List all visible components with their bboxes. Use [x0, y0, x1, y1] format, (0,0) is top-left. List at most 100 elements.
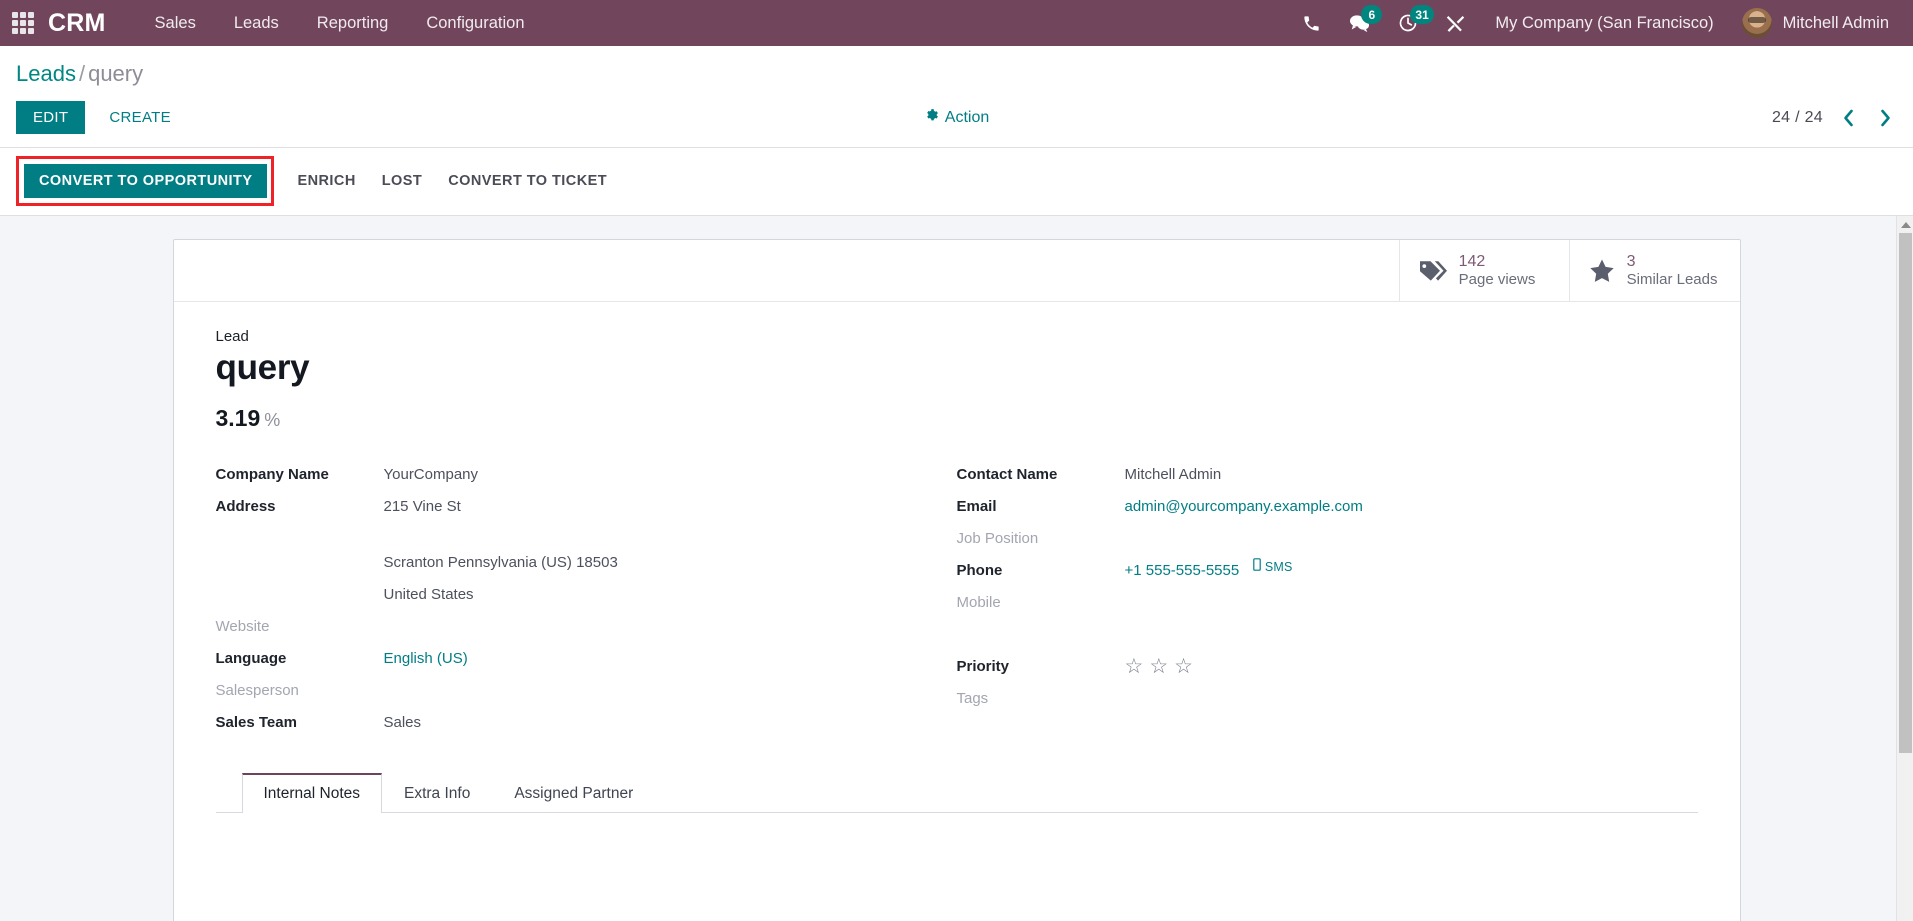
enrich-button[interactable]: ENRICH: [284, 164, 368, 198]
field-value-language[interactable]: English (US): [384, 646, 468, 667]
app-brand-crm[interactable]: CRM: [48, 9, 106, 38]
user-name: Mitchell Admin: [1782, 13, 1889, 32]
probability-value: 3.19: [215, 404, 261, 431]
field-salesperson: Salesperson: [216, 678, 927, 709]
apps-grid-icon[interactable]: [12, 12, 34, 34]
pager-previous-button[interactable]: [1837, 107, 1860, 129]
stat-text-similar-leads: 3 Similar Leads: [1627, 253, 1718, 290]
tab-extra-info[interactable]: Extra Info: [382, 773, 492, 813]
statusbar: CONVERT TO OPPORTUNITY ENRICH LOST CONVE…: [0, 148, 1913, 217]
probability-field[interactable]: 3.19%: [216, 405, 1698, 432]
field-label-email: Email: [956, 497, 997, 515]
field-label-language: Language: [215, 649, 287, 667]
grid-cell: [12, 20, 18, 26]
field-phone: Phone +1 555-555-5555 SMS: [956, 557, 1668, 589]
navbar-right-group: 6 31 My Company (San Francisco) Mitchell…: [1288, 0, 1913, 46]
page-title[interactable]: query: [216, 348, 1698, 388]
priority-star-3-icon[interactable]: ☆: [1174, 656, 1193, 677]
breadcrumb: Leads / query: [16, 46, 1897, 87]
tab-assigned-partner[interactable]: Assigned Partner: [492, 773, 655, 813]
stat-text-page-views: 142 Page views: [1459, 253, 1536, 290]
action-menu-button[interactable]: Action: [924, 108, 989, 127]
avatar: [1741, 8, 1772, 38]
field-label-company-name: Company Name: [215, 465, 329, 483]
field-label-address: Address: [215, 497, 276, 515]
phone-icon[interactable]: [1288, 0, 1335, 46]
tab-internal-notes[interactable]: Internal Notes: [241, 772, 382, 813]
menu-item-leads[interactable]: Leads: [215, 0, 298, 46]
grid-cell: [28, 28, 34, 34]
field-company-name: Company Name YourCompany: [216, 462, 927, 493]
priority-star-1-icon[interactable]: ☆: [1125, 656, 1144, 677]
scrollbar-thumb[interactable]: [1898, 233, 1912, 754]
gear-icon: [924, 108, 938, 127]
field-mobile: Mobile: [957, 590, 1668, 621]
field-label-mobile: Mobile: [956, 593, 1001, 611]
grid-cell: [20, 28, 26, 34]
stat-value-page-views: 142: [1458, 252, 1486, 270]
sheet-background: 142 Page views 3 Similar Leads Lead quer…: [0, 216, 1913, 921]
field-address-city-state-zip: Scranton Pennsylvania (US) 18503: [216, 550, 927, 581]
field-label-phone: Phone: [956, 561, 1003, 579]
menu-item-sales[interactable]: Sales: [136, 0, 215, 46]
field-email: Email admin@yourcompany.example.com: [957, 494, 1668, 525]
scroll-up-arrow-icon[interactable]: [1897, 216, 1913, 234]
record-type-label: Lead: [215, 328, 249, 346]
convert-to-ticket-button[interactable]: CONVERT TO TICKET: [435, 164, 620, 198]
send-sms-button[interactable]: SMS: [1253, 557, 1293, 574]
convert-to-opportunity-button[interactable]: CONVERT TO OPPORTUNITY: [24, 164, 268, 199]
company-switcher[interactable]: My Company (San Francisco): [1479, 0, 1729, 46]
notebook-tab-list: Internal Notes Extra Info Assigned Partn…: [215, 772, 1698, 813]
breadcrumb-separator: /: [78, 61, 86, 86]
activities-clock-icon[interactable]: 31: [1384, 0, 1434, 46]
edit-button[interactable]: EDIT: [16, 101, 86, 135]
field-label-blank-2: [216, 582, 384, 586]
sms-label: SMS: [1264, 559, 1293, 574]
stat-button-similar-leads[interactable]: 3 Similar Leads: [1568, 240, 1740, 302]
form-columns: Company Name YourCompany Address 215 Vin…: [216, 462, 1698, 742]
star-icon: [1588, 258, 1616, 284]
field-value-address-city-state-zip[interactable]: Scranton Pennsylvania (US) 18503: [384, 550, 618, 571]
form-column-left: Company Name YourCompany Address 215 Vin…: [216, 462, 957, 742]
right-column-spacer: [957, 622, 1668, 654]
stat-button-page-views[interactable]: 142 Page views: [1398, 240, 1569, 302]
stat-value-similar-leads: 3: [1626, 252, 1636, 270]
field-value-contact-name[interactable]: Mitchell Admin: [1125, 462, 1222, 483]
lost-button[interactable]: LOST: [369, 164, 435, 198]
menu-item-reporting[interactable]: Reporting: [298, 0, 408, 46]
highlight-annotation-box: CONVERT TO OPPORTUNITY: [16, 156, 275, 207]
tags-icon: [1418, 258, 1448, 284]
field-value-address-country[interactable]: United States: [384, 582, 474, 603]
pager: 24 / 24: [1772, 107, 1897, 129]
pager-next-button[interactable]: [1874, 107, 1897, 129]
create-button[interactable]: CREATE: [93, 100, 187, 135]
grid-cell: [28, 12, 34, 18]
probability-unit: %: [264, 409, 281, 430]
field-language: Language English (US): [216, 646, 927, 677]
field-value-phone[interactable]: +1 555-555-5555: [1125, 558, 1240, 579]
grid-cell: [28, 20, 34, 26]
priority-stars-widget: ☆ ☆ ☆: [1125, 654, 1193, 677]
field-contact-name: Contact Name Mitchell Admin: [957, 462, 1668, 493]
messages-badge: 6: [1361, 5, 1383, 24]
menu-item-configuration[interactable]: Configuration: [407, 0, 543, 46]
grid-cell: [20, 20, 26, 26]
field-value-address-street[interactable]: 215 Vine St: [384, 494, 461, 515]
field-label-contact-name: Contact Name: [956, 465, 1058, 483]
stat-label-page-views: Page views: [1458, 271, 1536, 289]
field-value-sales-team[interactable]: Sales: [384, 710, 422, 731]
breadcrumb-leads[interactable]: Leads: [16, 61, 76, 86]
field-value-email[interactable]: admin@yourcompany.example.com: [1125, 494, 1363, 515]
record-title-block: Lead query 3.19%: [216, 328, 1698, 431]
messages-icon[interactable]: 6: [1335, 0, 1384, 46]
activities-badge: 31: [1410, 5, 1434, 24]
developer-tools-icon[interactable]: [1432, 0, 1479, 46]
priority-star-2-icon[interactable]: ☆: [1149, 656, 1168, 677]
field-tags: Tags: [957, 686, 1668, 717]
field-value-company-name[interactable]: YourCompany: [384, 462, 479, 483]
field-label-blank-1: [216, 550, 384, 554]
grid-cell: [20, 12, 26, 18]
user-menu[interactable]: Mitchell Admin: [1730, 0, 1899, 46]
vertical-scrollbar[interactable]: [1896, 216, 1913, 921]
form-sheet: 142 Page views 3 Similar Leads Lead quer…: [172, 239, 1741, 921]
